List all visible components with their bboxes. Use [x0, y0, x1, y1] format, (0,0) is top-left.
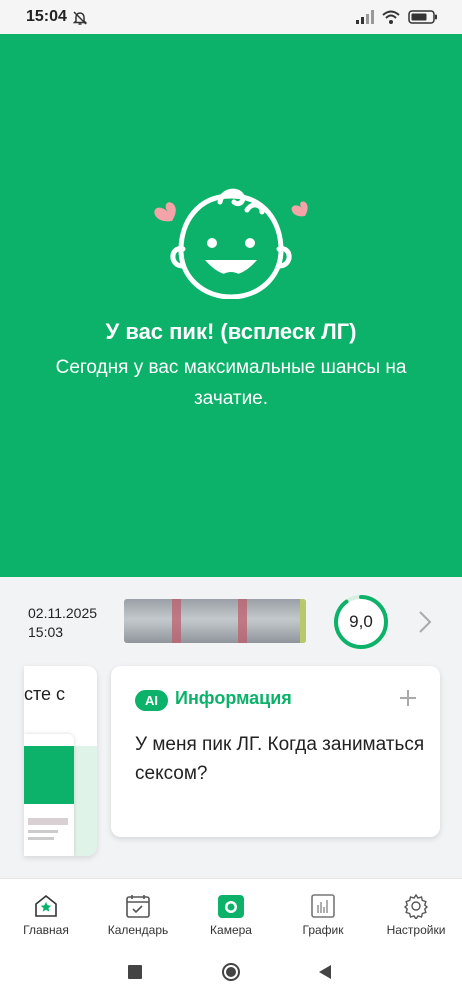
gear-icon: [403, 893, 429, 924]
mini-decoration: [74, 746, 97, 856]
nav-item-home[interactable]: Главная: [0, 879, 92, 947]
nav-item-calendar[interactable]: Календарь: [92, 879, 184, 947]
chart-icon: [310, 893, 336, 924]
info-card-body: У меня пик ЛГ. Когда заниматься сексом?: [135, 734, 425, 784]
home-star-icon: [33, 893, 59, 924]
test-date: 02.11.2025: [28, 605, 98, 621]
nav-label-home: Главная: [23, 923, 69, 937]
nav-item-chart[interactable]: График: [277, 879, 369, 947]
test-strip-image[interactable]: [124, 599, 306, 643]
info-card[interactable]: AI Информация У меня пик ЛГ. Когда заним…: [111, 666, 440, 837]
home-circle-icon[interactable]: [221, 962, 241, 987]
nav-label-camera: Камера: [210, 923, 252, 937]
ai-badge: AI: [135, 690, 168, 711]
test-line: [238, 599, 247, 643]
nav-label-settings: Настройки: [386, 923, 446, 937]
heart-icon: [154, 202, 176, 222]
bottom-navigation: Главная Календарь Камера График Настройк…: [0, 878, 462, 946]
wifi-icon: [382, 10, 400, 29]
previous-card[interactable]: сте с: [24, 666, 97, 856]
status-time: 15:04: [26, 8, 67, 25]
signal-icon: [356, 10, 374, 29]
chevron-right-icon[interactable]: [418, 610, 432, 639]
peak-hero-banner: У вас пик! (всплеск ЛГ) Сегодня у вас ма…: [0, 34, 462, 577]
nav-label-calendar: Календарь: [107, 923, 169, 937]
hero-title: У вас пик! (всплеск ЛГ): [105, 319, 357, 344]
battery-icon: [408, 10, 438, 29]
hero-subtitle: Сегодня у вас максимальные шансы на зача…: [55, 357, 407, 409]
test-time: 15:03: [28, 624, 64, 640]
status-bar: 15:04: [0, 0, 462, 34]
bell-off-icon: [72, 10, 88, 31]
calendar-icon: [125, 893, 151, 924]
nav-item-camera[interactable]: Камера: [185, 879, 277, 947]
system-navigation-bar: [0, 946, 462, 1000]
plus-icon[interactable]: [398, 688, 418, 713]
previous-card-text: сте с: [24, 684, 66, 704]
heart-icon: [291, 201, 308, 217]
strip-end: [300, 599, 306, 643]
nav-item-settings[interactable]: Настройки: [370, 879, 462, 947]
test-result-row[interactable]: 02.11.2025 15:03 9,0: [0, 577, 462, 665]
mini-screenshot-image: [24, 734, 74, 856]
back-triangle-icon[interactable]: [318, 964, 332, 985]
score-value: 9,0: [349, 612, 373, 631]
test-datetime: 02.11.2025 15:03: [28, 604, 97, 642]
info-card-title: Информация: [175, 688, 292, 708]
camera-icon: [217, 893, 245, 924]
happy-baby-face-icon: [150, 184, 312, 304]
recent-apps-icon[interactable]: [128, 965, 142, 984]
control-line: [172, 599, 181, 643]
nav-label-chart: График: [302, 923, 344, 937]
